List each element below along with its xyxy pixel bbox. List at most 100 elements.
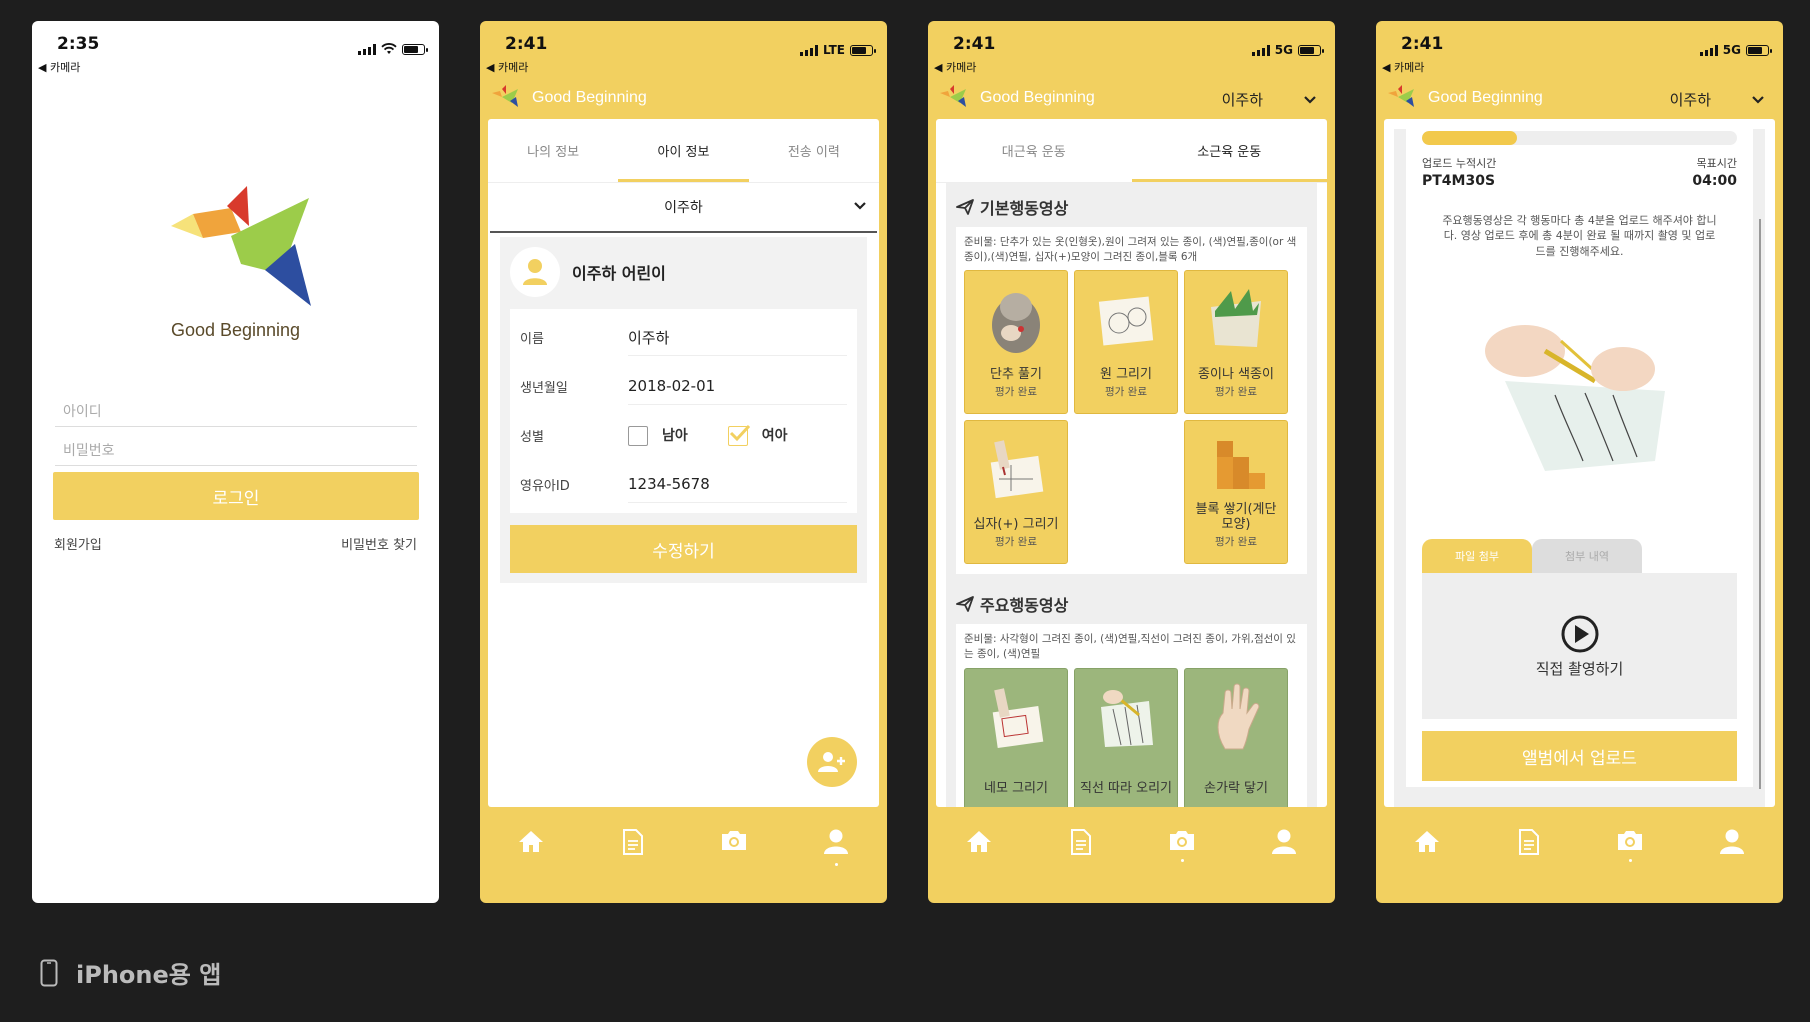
back-to-camera-link[interactable]: ◀ 카메라 xyxy=(486,59,528,75)
username-field[interactable]: 아이디 xyxy=(55,395,417,427)
video-tile[interactable]: 직선 따라 오리기 xyxy=(1074,667,1178,807)
video-tile-name: 블록 쌓기(계단 모양) xyxy=(1195,501,1277,533)
tab-gross-motor[interactable]: 대근육 운동 xyxy=(936,119,1132,182)
document-icon xyxy=(1518,829,1539,855)
paper-folding-illustration xyxy=(1211,289,1261,348)
wifi-icon xyxy=(381,43,397,54)
video-tile[interactable]: 단추 풀기 평가 완료 xyxy=(964,270,1068,415)
gender-male-option[interactable]: 남아 xyxy=(628,425,688,446)
tab-file-attach[interactable]: 파일 첨부 xyxy=(1422,539,1532,573)
tab-attach-history[interactable]: 첨부 내역 xyxy=(1532,539,1642,573)
upload-area: 업로드 누적시간 PT4M30S 목표시간 04:00 주요행동영상은 각 행동… xyxy=(1394,129,1765,807)
nav-home[interactable] xyxy=(959,829,999,853)
nav-home[interactable] xyxy=(511,829,551,853)
video-tile[interactable]: 네모 그리기 xyxy=(964,667,1068,807)
record-video-button[interactable]: 직접 촬영하기 xyxy=(1422,573,1737,719)
upload-panel: 업로드 누적시간 PT4M30S 목표시간 04:00 주요행동영상은 각 행동… xyxy=(1384,119,1775,807)
gender-female-label: 여아 xyxy=(761,428,788,444)
field-label: 이름 xyxy=(520,332,544,347)
cross-drawing-illustration xyxy=(990,440,1044,499)
battery-icon xyxy=(1298,44,1324,56)
camera-icon xyxy=(1170,831,1195,850)
bottom-nav xyxy=(928,809,1335,903)
video-tile[interactable]: 블록 쌓기(계단 모양) 평가 완료 xyxy=(1184,420,1288,565)
unbutton-illustration xyxy=(992,293,1040,354)
active-indicator xyxy=(834,863,838,866)
document-icon xyxy=(1070,829,1091,855)
video-tile[interactable]: 손가락 닿기 xyxy=(1184,667,1288,807)
child-selector-value: 이주하 xyxy=(1669,91,1711,109)
nav-camera[interactable] xyxy=(1162,829,1202,862)
motor-video-panel: 대근육 운동 소근육 운동 기본행동영상 준비물: 단추가 있는 옷(인형옷),… xyxy=(936,119,1327,807)
child-info-fields: 이름 이주하 생년월일 2018-02-01 성별 남아 여아 영유아ID 12 xyxy=(510,309,857,513)
video-list-area: 기본행동영상 준비물: 단추가 있는 옷(인형옷),원이 그려져 있는 종이, … xyxy=(946,183,1317,807)
upload-from-album-button[interactable]: 앨범에서 업로드 xyxy=(1422,731,1737,781)
tab-transfer-history[interactable]: 전송 이력 xyxy=(749,119,879,182)
nav-profile[interactable] xyxy=(1264,829,1304,855)
password-field[interactable]: 비밀번호 xyxy=(55,434,417,466)
check-icon xyxy=(729,424,750,442)
child-selector[interactable]: 이주하 xyxy=(1222,89,1317,110)
field-row-gender: 성별 남아 여아 xyxy=(520,411,847,460)
checkbox-female-checked[interactable] xyxy=(727,424,750,446)
add-child-button[interactable] xyxy=(807,737,857,787)
main-title-text: 주요행동영상 xyxy=(980,596,1069,616)
cumulative-time-value: PT4M30S xyxy=(1422,173,1496,189)
video-tile-name: 원 그리기 xyxy=(1100,367,1152,383)
play-circle-icon xyxy=(1561,615,1598,652)
video-tile-name: 종이나 색종이 xyxy=(1198,367,1274,383)
smartphone-icon xyxy=(40,959,58,986)
network-type: 5G xyxy=(1722,43,1741,57)
phone-motor-video-screen: 2:41 ◀ 카메라 5G Good Beginning 이주하 대근육 운동 … xyxy=(928,21,1335,903)
video-tile-status: 평가 완료 xyxy=(1215,535,1257,548)
profile-tabs: 나의 정보 아이 정보 전송 이력 xyxy=(488,119,879,183)
square-drawing-illustration xyxy=(992,688,1044,748)
phone-login-screen: 2:35 ◀ 카메라 Good Beginning 아이디 비밀번호 로그인 회… xyxy=(32,21,439,903)
line-cutting-illustration xyxy=(1101,689,1153,747)
nav-camera[interactable] xyxy=(714,829,754,851)
gender-female-option[interactable]: 여아 xyxy=(727,424,788,446)
upload-tabs: 파일 첨부 첨부 내역 xyxy=(1422,539,1642,573)
nav-profile[interactable] xyxy=(816,829,856,866)
avatar xyxy=(510,247,560,297)
nav-documents[interactable] xyxy=(1061,829,1101,855)
origami-bird-logo xyxy=(170,186,311,306)
status-time: 2:41 xyxy=(953,34,996,54)
status-time: 2:41 xyxy=(1401,34,1444,54)
child-name-title: 이주하 어린이 xyxy=(572,264,666,283)
back-to-camera-link[interactable]: ◀ 카메라 xyxy=(38,59,80,75)
active-indicator xyxy=(1628,859,1632,862)
video-tile[interactable]: 종이나 색종이 평가 완료 xyxy=(1184,270,1288,415)
nav-profile[interactable] xyxy=(1712,829,1752,855)
nav-documents[interactable] xyxy=(1509,829,1549,855)
nav-documents[interactable] xyxy=(613,829,653,855)
find-password-link[interactable]: 비밀번호 찾기 xyxy=(341,534,417,553)
birthdate-input[interactable]: 2018-02-01 xyxy=(628,369,847,405)
add-user-icon xyxy=(818,752,845,772)
child-selector[interactable]: 이주하 xyxy=(1670,89,1765,110)
scrollbar[interactable] xyxy=(1759,219,1761,789)
video-tile-status: 평가 완료 xyxy=(995,385,1037,398)
edit-button[interactable]: 수정하기 xyxy=(510,525,857,573)
nav-camera[interactable] xyxy=(1610,829,1650,862)
video-tile[interactable]: 원 그리기 평가 완료 xyxy=(1074,270,1178,415)
back-to-camera-link[interactable]: ◀ 카메라 xyxy=(934,59,976,75)
tab-my-info[interactable]: 나의 정보 xyxy=(488,119,618,182)
back-to-camera-link[interactable]: ◀ 카메라 xyxy=(1382,59,1424,75)
chevron-down-icon xyxy=(1304,95,1316,104)
person-icon xyxy=(1272,829,1297,854)
child-dropdown[interactable]: 이주하 xyxy=(490,183,877,233)
name-input[interactable]: 이주하 xyxy=(628,320,847,356)
upload-notice: 주요행동영상은 각 행동마다 총 4분을 업로드 해주셔야 합니다. 영상 업로… xyxy=(1442,214,1717,258)
tab-fine-motor[interactable]: 소근육 운동 xyxy=(1131,119,1328,182)
checkbox-male[interactable] xyxy=(628,426,648,446)
signup-link[interactable]: 회원가입 xyxy=(54,534,102,553)
home-icon xyxy=(1414,831,1439,852)
video-tile[interactable]: 십자(+) 그리기 평가 완료 xyxy=(964,420,1068,565)
login-button[interactable]: 로그인 xyxy=(53,472,419,520)
app-title: Good Beginning xyxy=(170,320,301,340)
person-icon xyxy=(1720,829,1745,854)
nav-home[interactable] xyxy=(1407,829,1447,853)
child-id-input[interactable]: 1234-5678 xyxy=(628,467,847,503)
tab-child-info[interactable]: 아이 정보 xyxy=(618,119,749,182)
